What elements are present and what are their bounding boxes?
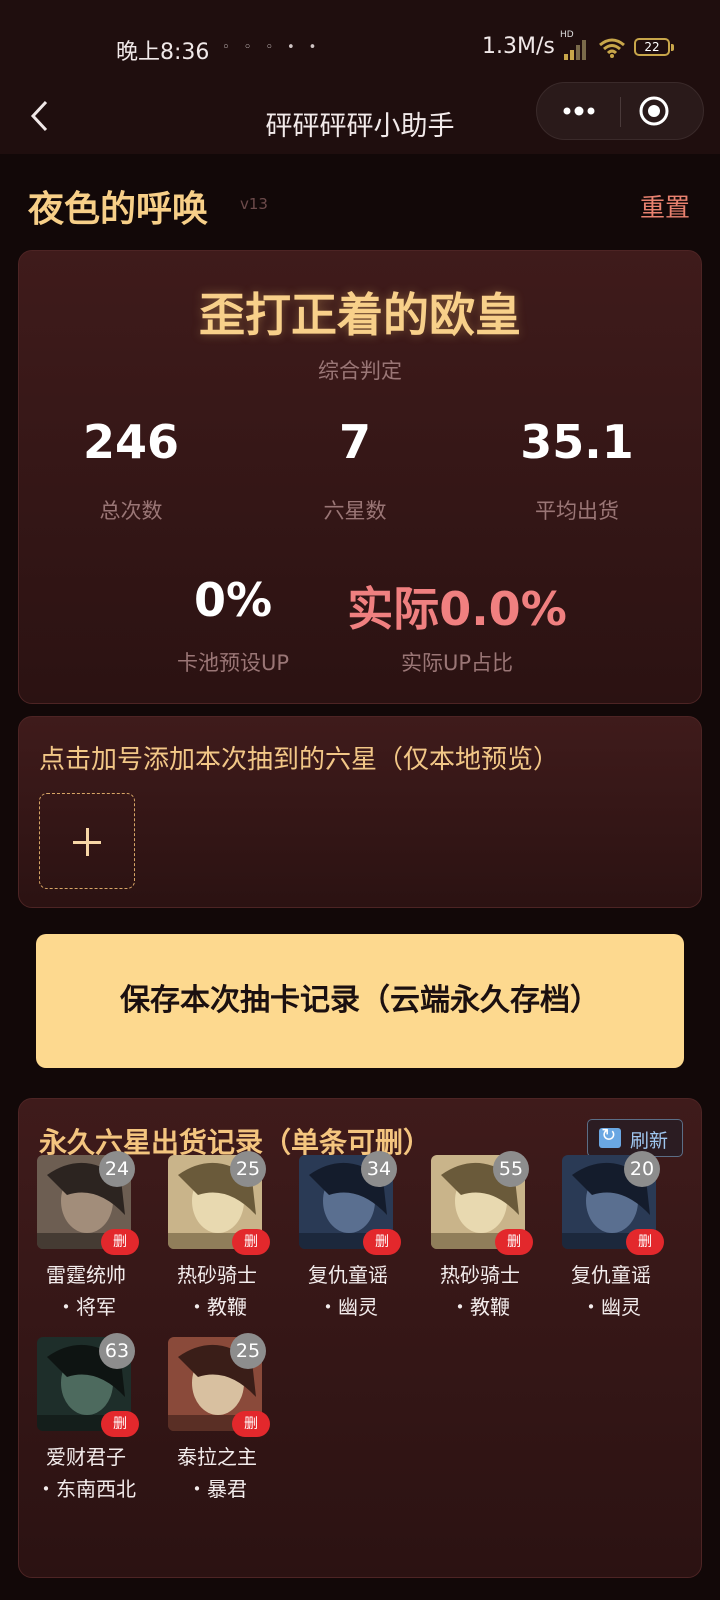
- wifi-icon: [599, 38, 625, 58]
- record-item[interactable]: 63 删爱财君子 ・东南西北: [36, 1333, 169, 1557]
- verdict-text: 歪打正着的欧皇: [199, 288, 521, 342]
- delete-button[interactable]: 删: [232, 1411, 270, 1437]
- record-item[interactable]: 34 删复仇童谣 ・幽灵: [299, 1151, 431, 1375]
- verdict-label: 综合判定: [318, 359, 402, 383]
- delete-button[interactable]: 删: [232, 1229, 270, 1255]
- battery-level: 22: [644, 40, 660, 54]
- delete-button[interactable]: 删: [101, 1411, 139, 1437]
- actual-up-label: 实际UP占比: [400, 651, 514, 675]
- more-icon[interactable]: [559, 95, 599, 127]
- pull-count-badge: 24: [99, 1151, 135, 1187]
- character-name: 热砂骑士 ・教鞭: [177, 1263, 257, 1319]
- pull-count-badge: 34: [361, 1151, 397, 1187]
- mini-program-capsule: [536, 82, 704, 140]
- pull-count-badge: 20: [624, 1151, 660, 1187]
- average-value: 35.1: [520, 415, 634, 469]
- six-star-count-value: 7: [338, 415, 371, 469]
- average-label: 平均出货: [535, 499, 619, 523]
- pull-count-badge: 55: [493, 1151, 529, 1187]
- character-name: 爱财君子 ・东南西北: [36, 1445, 136, 1501]
- character-name: 雷霆统帅 ・将军: [46, 1263, 126, 1319]
- network-speed: 1.3M/s: [482, 34, 555, 59]
- signal-icon: [564, 40, 586, 60]
- refresh-label: 刷新: [630, 1130, 669, 1152]
- summary-card: 歪打正着的欧皇 综合判定 246 总次数 7 六星数 35.1 平均出货 0% …: [18, 250, 702, 704]
- pull-count-badge: 63: [99, 1333, 135, 1369]
- actual-up-value: 实际0.0%: [347, 582, 567, 636]
- pool-version: v13: [240, 195, 268, 213]
- pool-title: 夜色的呼唤: [28, 189, 209, 230]
- add-six-star-card: 点击加号添加本次抽到的六星（仅本地预览）: [18, 716, 702, 908]
- total-pulls-label: 总次数: [99, 499, 163, 523]
- delete-button[interactable]: 删: [495, 1229, 533, 1255]
- add-six-star-button[interactable]: [39, 793, 135, 889]
- preset-up-value: 0%: [193, 573, 273, 627]
- close-target-icon[interactable]: [637, 94, 671, 128]
- delete-button[interactable]: 删: [101, 1229, 139, 1255]
- reset-button[interactable]: 重置: [640, 188, 690, 224]
- character-name: 热砂骑士 ・教鞭: [440, 1263, 520, 1319]
- records-card: 永久六星出货记录（单条可删） 刷新 24删雷霆统帅・将军25删热砂骑士・教鞭34…: [18, 1098, 702, 1578]
- pull-count-badge: 25: [230, 1333, 266, 1369]
- record-item[interactable]: 55 删热砂骑士 ・教鞭: [431, 1151, 563, 1375]
- capsule-divider: [620, 97, 621, 127]
- character-name: 泰拉之主 ・暴君: [177, 1445, 257, 1501]
- delete-button[interactable]: 删: [626, 1229, 664, 1255]
- delete-button[interactable]: 删: [363, 1229, 401, 1255]
- record-item[interactable]: 25 删泰拉之主 ・暴君: [168, 1333, 300, 1557]
- pull-count-badge: 25: [230, 1151, 266, 1187]
- character-name: 复仇童谣 ・幽灵: [308, 1263, 388, 1319]
- total-pulls-value: 246: [82, 415, 180, 469]
- preset-up-label: 卡池预设UP: [176, 651, 290, 675]
- save-record-button[interactable]: 保存本次抽卡记录（云端永久存档）: [36, 934, 684, 1068]
- notification-icons: ◦◦◦••: [222, 40, 331, 55]
- status-bar: 晚上8:36 ◦◦◦•• 1.3M/s HD 22: [0, 0, 720, 84]
- plus-icon-vertical: [86, 828, 89, 856]
- character-name: 复仇童谣 ・幽灵: [571, 1263, 651, 1319]
- record-item[interactable]: 20 删复仇童谣 ・幽灵: [562, 1151, 694, 1375]
- add-hint: 点击加号添加本次抽到的六星（仅本地预览）: [39, 745, 560, 775]
- battery-icon: 22: [634, 38, 674, 56]
- status-time: 晚上8:36: [116, 40, 210, 65]
- refresh-icon: [599, 1125, 621, 1148]
- six-star-count-label: 六星数: [323, 499, 387, 523]
